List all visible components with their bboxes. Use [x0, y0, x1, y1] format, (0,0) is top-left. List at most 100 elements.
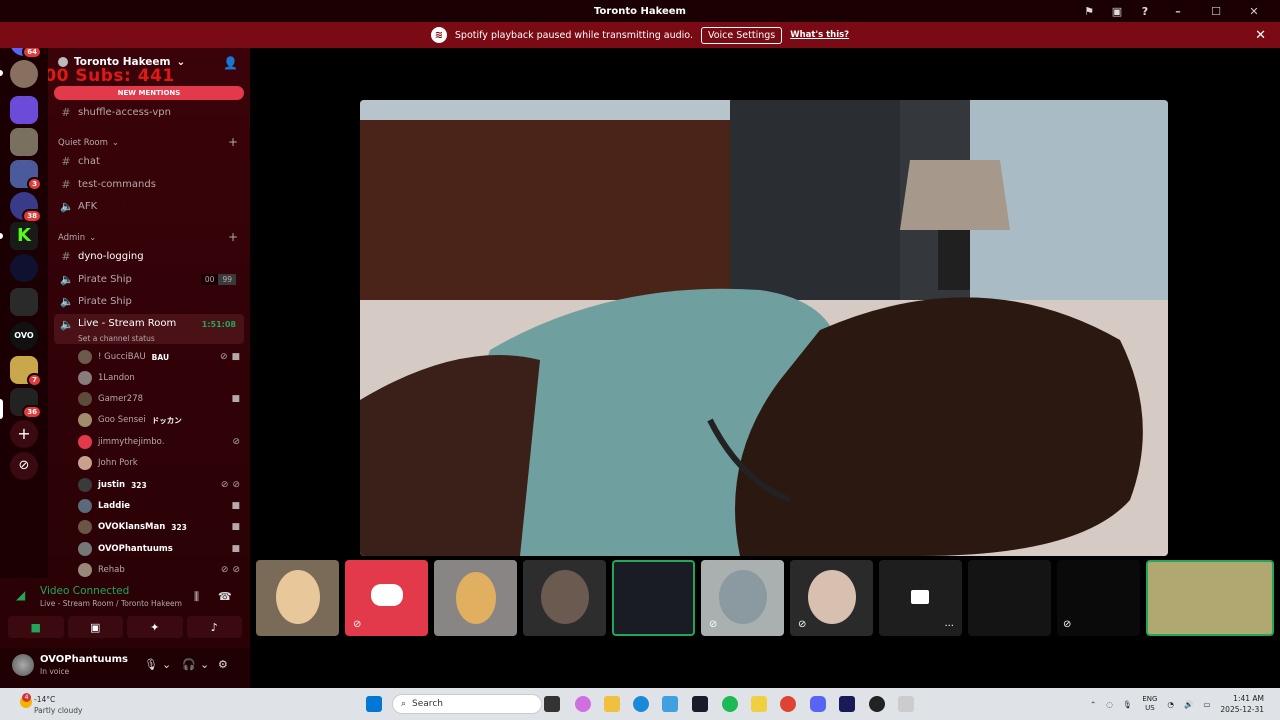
voice-user[interactable]: Gamer278 ■ — [78, 389, 244, 409]
voice-user[interactable]: John Pork — [78, 453, 244, 473]
channel-pirate-ship[interactable]: 🔈 Pirate Ship 00 99 — [54, 269, 244, 289]
battery-icon[interactable]: ▭ — [1203, 700, 1210, 709]
microphone-icon[interactable]: 🎙 — [144, 658, 158, 671]
channel-status[interactable]: Set a channel status — [78, 334, 155, 343]
voice-user[interactable]: justin 323 ⊘ ⊘ — [78, 475, 244, 495]
current-user-name[interactable]: OVOPhantuums — [40, 654, 128, 665]
channel-test-commands[interactable]: # test-commands — [54, 174, 244, 194]
search-box[interactable]: ⌕ Search — [392, 694, 542, 714]
clock[interactable]: 1:41 AM 2025-12-31 — [1220, 693, 1264, 715]
voice-user[interactable]: OVOKlansMan 323 ■ — [78, 517, 244, 537]
soundboard-button[interactable]: ♪ — [186, 616, 242, 638]
participant-tile[interactable] — [256, 560, 339, 636]
self-video-preview[interactable] — [1146, 560, 1274, 636]
avatar[interactable] — [12, 654, 34, 676]
server-icon[interactable] — [10, 96, 38, 124]
participant-tile[interactable]: ··· — [879, 560, 962, 636]
start-icon[interactable] — [366, 696, 382, 712]
server-icon[interactable]: K — [10, 222, 38, 250]
copilot-icon[interactable] — [575, 696, 591, 712]
server-icon[interactable] — [10, 128, 38, 156]
disconnect-icon[interactable]: ☎ — [218, 590, 232, 603]
invite-people-icon[interactable]: 👤 — [223, 56, 238, 70]
language-indicator[interactable]: ENG US — [1142, 695, 1157, 713]
voice-user[interactable]: Rehab ⊘ ⊘ — [78, 560, 244, 578]
task-view-icon[interactable] — [544, 696, 560, 712]
participant-tile[interactable]: ⊘ — [701, 560, 784, 636]
channel-chat[interactable]: # chat — [54, 151, 244, 171]
new-mentions-bar[interactable]: NEW MENTIONS — [54, 86, 244, 100]
participant-tile[interactable] — [968, 560, 1051, 636]
more-options-icon[interactable]: ··· — [944, 621, 954, 632]
whats-this-link[interactable]: What's this? — [790, 30, 849, 40]
create-channel-icon[interactable]: + — [228, 230, 238, 244]
app-icon[interactable] — [692, 696, 708, 712]
close-icon[interactable]: ✕ — [1242, 5, 1266, 18]
chevron-down-icon[interactable]: ⌄ — [200, 658, 209, 671]
server-icon[interactable]: 7 — [10, 356, 42, 387]
channel-shuffle-access-vpn[interactable]: # shuffle-access-vpn — [54, 102, 244, 122]
focused-video[interactable] — [360, 100, 1168, 556]
minimize-icon[interactable]: – — [1166, 5, 1190, 18]
snapchat-icon[interactable] — [751, 696, 767, 712]
chevron-down-icon[interactable]: ⌄ — [162, 658, 171, 671]
channel-afk[interactable]: 🔈 AFK — [54, 196, 244, 216]
close-icon[interactable]: ✕ — [1255, 28, 1266, 43]
activities-button[interactable]: ✦ — [127, 616, 183, 638]
volume-icon[interactable]: 🔊 — [1184, 700, 1193, 709]
create-channel-icon[interactable]: + — [228, 135, 238, 149]
server-icon-active[interactable]: 36 — [10, 388, 42, 419]
snipping-tool-icon[interactable] — [898, 696, 914, 712]
voice-settings-button[interactable]: Voice Settings — [700, 26, 783, 44]
category-quiet-room[interactable]: Quiet Room ⌄ — [58, 138, 119, 148]
add-server-button[interactable]: + — [10, 420, 38, 448]
participant-tile[interactable] — [434, 560, 517, 636]
server-icon[interactable] — [10, 254, 38, 282]
microphone-icon[interactable]: 🎙 — [1123, 700, 1133, 709]
app-icon[interactable] — [869, 696, 885, 712]
maximize-icon[interactable]: ☐ — [1204, 5, 1228, 18]
channel-dyno-logging[interactable]: # dyno-logging — [54, 246, 244, 266]
file-explorer-icon[interactable] — [604, 696, 620, 712]
chrome-icon[interactable] — [780, 696, 796, 712]
network-icon[interactable]: ◌ — [1106, 700, 1113, 709]
edge-icon[interactable] — [633, 696, 649, 712]
chevron-up-icon[interactable]: ⌃ — [1090, 700, 1096, 709]
server-icon[interactable]: OVO — [10, 322, 38, 350]
discover-button[interactable]: ⊘ — [10, 452, 38, 480]
participant-tile[interactable] — [523, 560, 606, 636]
voice-user[interactable]: Goo Sensei ドッカン — [78, 410, 244, 430]
participant-video-speaking[interactable] — [612, 560, 695, 636]
inbox-flag-icon[interactable]: ⚑ — [1082, 4, 1096, 18]
noise-suppression-icon[interactable]: ⫼ — [194, 590, 199, 604]
voice-user[interactable]: ! GucciBAU BAU ⊘ ■ — [78, 347, 244, 367]
participant-tile[interactable]: ⊘ — [345, 560, 428, 636]
signal-icon[interactable]: ◢ — [16, 588, 25, 602]
spotify-icon[interactable] — [722, 696, 738, 712]
screen-share-icon[interactable]: ▣ — [1110, 4, 1124, 18]
channel-pirate-ship[interactable]: 🔈 Pirate Ship — [54, 291, 244, 311]
server-icon[interactable] — [10, 288, 38, 316]
category-admin[interactable]: Admin ⌄ — [58, 233, 96, 243]
wifi-icon[interactable]: ◔ — [1167, 700, 1174, 709]
voice-user[interactable]: jimmythejimbo. ⊘ — [78, 432, 244, 452]
server-icon[interactable]: 38 — [10, 192, 42, 223]
discord-icon[interactable] — [810, 696, 826, 712]
headphones-icon[interactable]: 🎧 — [182, 658, 196, 671]
server-icon[interactable]: 3 — [10, 160, 42, 191]
server-icon[interactable] — [10, 60, 38, 88]
voice-location[interactable]: Live - Stream Room / Toronto Hakeem — [40, 599, 182, 608]
camera-button[interactable]: ■ — [8, 616, 64, 638]
participant-tile[interactable]: ⊘ — [1057, 560, 1140, 636]
voice-user[interactable]: 1Landon — [78, 368, 244, 388]
voice-status[interactable]: Video Connected — [40, 585, 129, 597]
notepad-icon[interactable] — [662, 696, 678, 712]
user-limit: 99 — [218, 273, 236, 285]
voice-user[interactable]: Laddie ■ — [78, 496, 244, 516]
help-icon[interactable]: ? — [1138, 4, 1152, 18]
screen-share-button[interactable]: ▣ — [67, 616, 123, 638]
premiere-icon[interactable] — [839, 696, 855, 712]
gear-icon[interactable]: ⚙ — [218, 658, 228, 671]
voice-user[interactable]: OVOPhantuums ■ — [78, 539, 244, 559]
participant-tile[interactable]: ⊘ — [790, 560, 873, 636]
